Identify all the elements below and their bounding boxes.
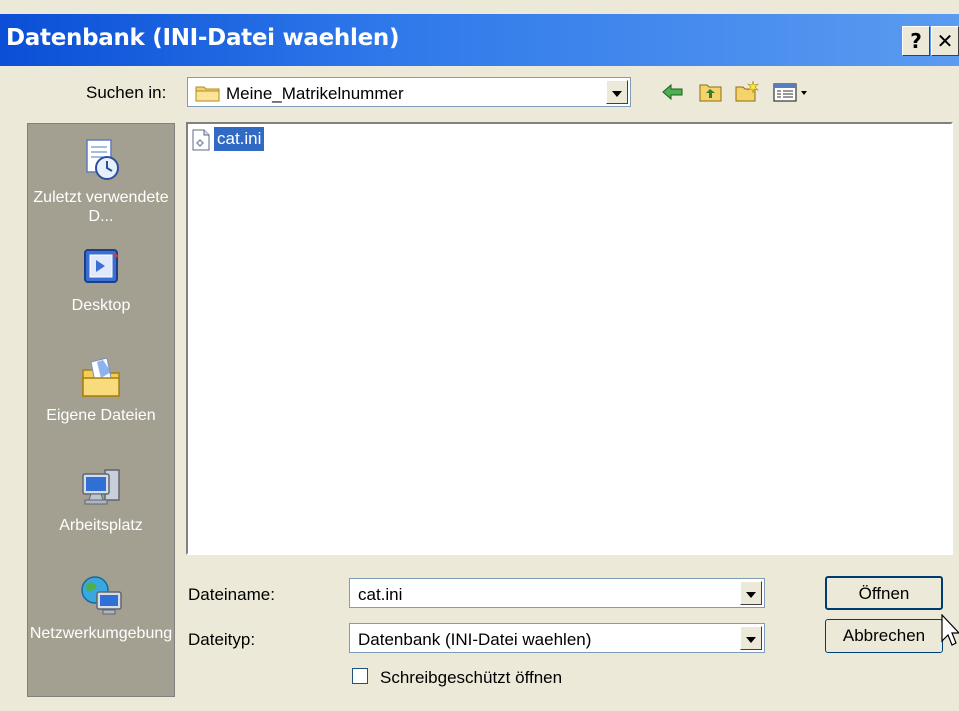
network-places-icon xyxy=(81,576,122,615)
mouse-cursor-icon xyxy=(941,614,959,646)
ini-file-icon xyxy=(192,129,210,151)
place-recent[interactable]: Zuletzt verwendete D... xyxy=(28,138,174,226)
filename-combobox[interactable]: cat.ini xyxy=(349,578,765,608)
title-bar[interactable]: Datenbank (INI-Datei waehlen) ? ✕ xyxy=(0,14,959,66)
help-button[interactable]: ? xyxy=(902,26,930,56)
place-my-computer-label: Arbeitsplatz xyxy=(59,517,143,534)
file-open-dialog: Datenbank (INI-Datei waehlen) ? ✕ Suchen… xyxy=(0,0,959,711)
filetype-value: Datenbank (INI-Datei waehlen) xyxy=(358,630,592,649)
filename-dropdown-button[interactable] xyxy=(740,581,762,605)
file-name: cat.ini xyxy=(214,127,265,151)
close-button[interactable]: ✕ xyxy=(931,26,959,56)
window-title: Datenbank (INI-Datei waehlen) xyxy=(6,25,400,51)
readonly-checkbox[interactable] xyxy=(352,668,368,684)
my-documents-icon xyxy=(82,357,120,397)
folder-icon xyxy=(195,86,220,102)
place-desktop-label: Desktop xyxy=(71,297,131,314)
back-icon[interactable] xyxy=(660,80,686,104)
desktop-icon xyxy=(84,249,119,283)
view-menu-icon[interactable] xyxy=(772,80,816,104)
lookin-combobox[interactable]: Meine_Matrikelnummer xyxy=(187,77,631,107)
place-recent-label: Zuletzt verwendete D... xyxy=(33,189,169,225)
readonly-label: Schreibgeschützt öffnen xyxy=(380,668,563,687)
filename-value: cat.ini xyxy=(358,585,403,604)
cancel-button[interactable]: Abbrechen xyxy=(825,619,943,653)
lookin-dropdown-button[interactable] xyxy=(606,80,628,104)
filetype-label: Dateityp: xyxy=(188,630,256,649)
open-button[interactable]: Öffnen xyxy=(825,576,943,610)
place-network-label: Netzwerkumgebung xyxy=(29,625,173,642)
file-list[interactable]: cat.ini xyxy=(186,122,953,555)
recent-documents-icon xyxy=(86,139,119,180)
new-folder-icon[interactable] xyxy=(734,80,760,104)
place-my-documents[interactable]: Eigene Dateien xyxy=(28,356,174,425)
lookin-value: Meine_Matrikelnummer xyxy=(226,84,404,103)
places-bar: Zuletzt verwendete D... Desktop Eigene D… xyxy=(27,123,175,697)
my-computer-icon xyxy=(82,469,120,505)
filetype-combobox[interactable]: Datenbank (INI-Datei waehlen) xyxy=(349,623,765,653)
up-folder-icon[interactable] xyxy=(698,80,724,104)
lookin-label: Suchen in: xyxy=(86,83,167,102)
place-desktop[interactable]: Desktop xyxy=(28,246,174,315)
filename-label: Dateiname: xyxy=(188,585,275,604)
filetype-dropdown-button[interactable] xyxy=(740,626,762,650)
place-network[interactable]: Netzwerkumgebung xyxy=(28,574,174,643)
place-my-computer[interactable]: Arbeitsplatz xyxy=(28,466,174,535)
place-my-documents-label: Eigene Dateien xyxy=(46,407,156,424)
